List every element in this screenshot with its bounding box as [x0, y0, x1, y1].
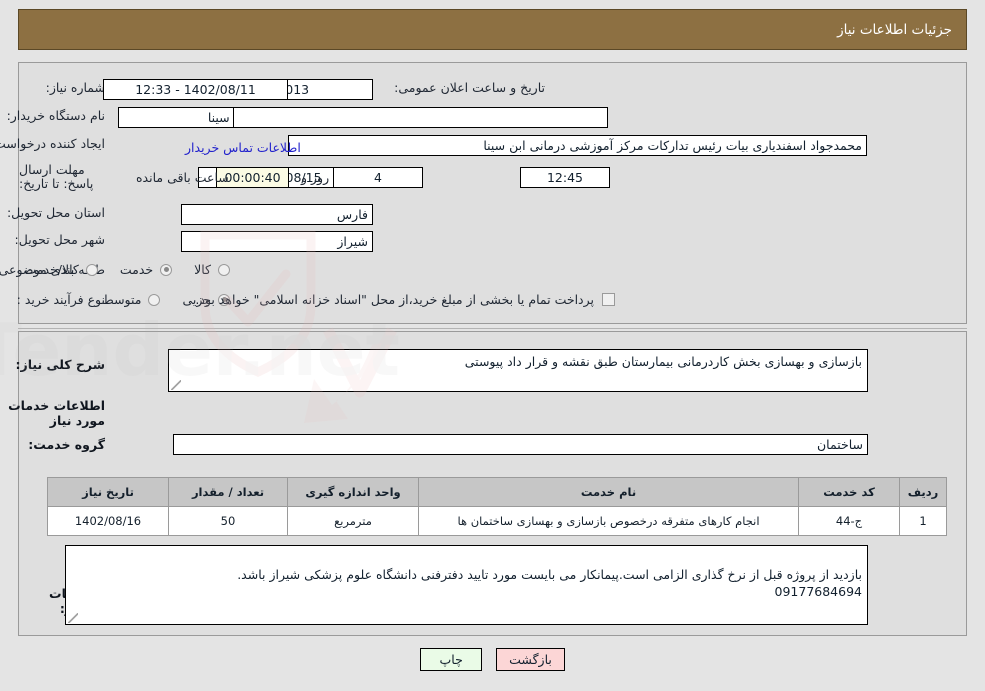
back-button[interactable]: بازگشت — [496, 648, 565, 671]
services-info-title: اطلاعات خدمات مورد نیاز — [8, 398, 105, 428]
public-announce-label-row: تاریخ و ساعت اعلان عمومی: — [394, 80, 545, 95]
remaining-days-value: 4 — [374, 170, 382, 185]
table-header-row: ردیف کد خدمت نام خدمت واحد اندازه گیری ت… — [47, 477, 947, 507]
radio-icon[interactable] — [160, 263, 173, 276]
window-title-bar: جزئیات اطلاعات نیاز — [18, 9, 967, 50]
buyer-org-label: نام دستگاه خریدار: — [6, 108, 105, 123]
city-label-row: شهر محل تحویل: — [15, 232, 105, 247]
requester-field[interactable]: محمدجواد اسفندیاری بیات رئیس تدارکات مرک… — [288, 135, 867, 156]
footer-button-bar: بازگشت چاپ — [0, 648, 985, 671]
radio-icon[interactable] — [85, 263, 98, 276]
treasury-bond-option[interactable]: پرداخت تمام یا بخشی از مبلغ خرید،از محل … — [189, 292, 615, 307]
checkbox-icon[interactable] — [602, 293, 615, 306]
need-number-label-row: شماره نیاز: — [46, 80, 105, 95]
cell-index: 1 — [899, 506, 947, 536]
category-radio-khedmat[interactable]: خدمت — [120, 262, 173, 277]
services-table: ردیف کد خدمت نام خدمت واحد اندازه گیری ت… — [47, 477, 947, 536]
cell-quantity: 50 — [168, 506, 288, 536]
buyer-notes-value: بازدید از پروژه قبل از نرخ گذاری الزامی … — [237, 567, 862, 599]
buyer-contact-link[interactable]: اطلاعات تماس خریدار — [185, 137, 301, 156]
province-field[interactable]: فارس — [181, 204, 373, 225]
deadline-time-field[interactable]: 12:45 — [520, 167, 610, 188]
col-code: کد خدمت — [798, 477, 900, 507]
days-label: روز و — [301, 170, 330, 185]
cell-name: انجام کارهای متفرقه درخصوص بازسازی و بهس… — [418, 506, 799, 536]
deadline-time-value: 12:45 — [546, 170, 584, 185]
category-radio-kala-khedmat[interactable]: کالا/خدمت — [24, 262, 98, 277]
general-desc-value: بازسازی و بهسازی بخش کاردرمانی بیمارستان… — [464, 354, 862, 369]
requester-value: محمدجواد اسفندیاری بیات رئیس تدارکات مرک… — [483, 138, 862, 153]
cell-date: 1402/08/16 — [47, 506, 169, 536]
service-group-field[interactable]: ساختمان — [173, 434, 868, 455]
service-group-value: ساختمان — [817, 437, 863, 452]
need-number-label: شماره نیاز: — [45, 80, 105, 95]
general-desc-textarea[interactable]: بازسازی و بهسازی بخش کاردرمانی بیمارستان… — [168, 349, 868, 392]
buyer-org-field-secondary[interactable] — [233, 107, 608, 128]
page-root: AriaTender.net جزئیات اطلاعات نیاز شماره… — [0, 0, 985, 691]
print-button[interactable]: چاپ — [420, 648, 483, 671]
panel-divider — [18, 328, 967, 329]
remaining-hours-label: ساعت باقی مانده — [136, 170, 229, 185]
treasury-bond-text: پرداخت تمام یا بخشی از مبلغ خرید،از محل … — [195, 292, 594, 307]
remaining-days-field[interactable]: 4 — [333, 167, 423, 188]
service-group-label: گروه خدمت: — [28, 437, 105, 452]
category-radio-group: کالا خدمت کالا/خدمت — [2, 262, 230, 277]
page-title: جزئیات اطلاعات نیاز — [837, 21, 952, 38]
cell-code: ج-44 — [798, 506, 900, 536]
resize-grip-icon[interactable] — [68, 613, 78, 623]
public-announce-value: 1402/08/11 - 12:33 — [135, 82, 256, 97]
category-radio-kala[interactable]: کالا — [194, 262, 230, 277]
public-announce-label: تاریخ و ساعت اعلان عمومی: — [394, 80, 545, 95]
col-index: ردیف — [899, 477, 947, 507]
province-value: فارس — [336, 207, 368, 222]
deadline-label: مهلت ارسال پاسخ: تا تاریخ: — [19, 162, 94, 191]
cell-unit: مترمربع — [287, 506, 419, 536]
need-summary-panel — [18, 62, 967, 324]
city-field[interactable]: شیراز — [181, 231, 373, 252]
city-label: شهر محل تحویل: — [14, 232, 105, 247]
table-row[interactable]: 1 ج-44 انجام کارهای متفرقه درخصوص بازساز… — [47, 506, 947, 536]
city-value: شیراز — [337, 234, 368, 249]
col-unit: واحد اندازه گیری — [287, 477, 419, 507]
col-quantity: تعداد / مقدار — [168, 477, 288, 507]
col-date: تاریخ نیاز — [47, 477, 169, 507]
requester-label-row: ایجاد کننده درخواست: — [0, 136, 105, 151]
radio-icon[interactable] — [218, 263, 230, 276]
requester-label: ایجاد کننده درخواست: — [0, 136, 105, 151]
buyer-notes-textarea[interactable]: بازدید از پروژه قبل از نرخ گذاری الزامی … — [65, 545, 868, 625]
public-announce-field[interactable]: 1402/08/11 - 12:33 — [103, 79, 288, 100]
resize-grip-icon[interactable] — [171, 380, 181, 390]
buyer-org-label-row: نام دستگاه خریدار: — [7, 108, 105, 123]
deadline-label-row: مهلت ارسال پاسخ: تا تاریخ: — [19, 163, 105, 191]
radio-icon[interactable] — [148, 293, 161, 306]
province-label: استان محل تحویل: — [6, 205, 105, 220]
general-desc-label: شرح کلی نیاز: — [15, 357, 105, 372]
col-name: نام خدمت — [418, 477, 799, 507]
province-label-row: استان محل تحویل: — [7, 205, 105, 220]
process-radio-motavaset[interactable]: متوسط — [102, 292, 161, 307]
